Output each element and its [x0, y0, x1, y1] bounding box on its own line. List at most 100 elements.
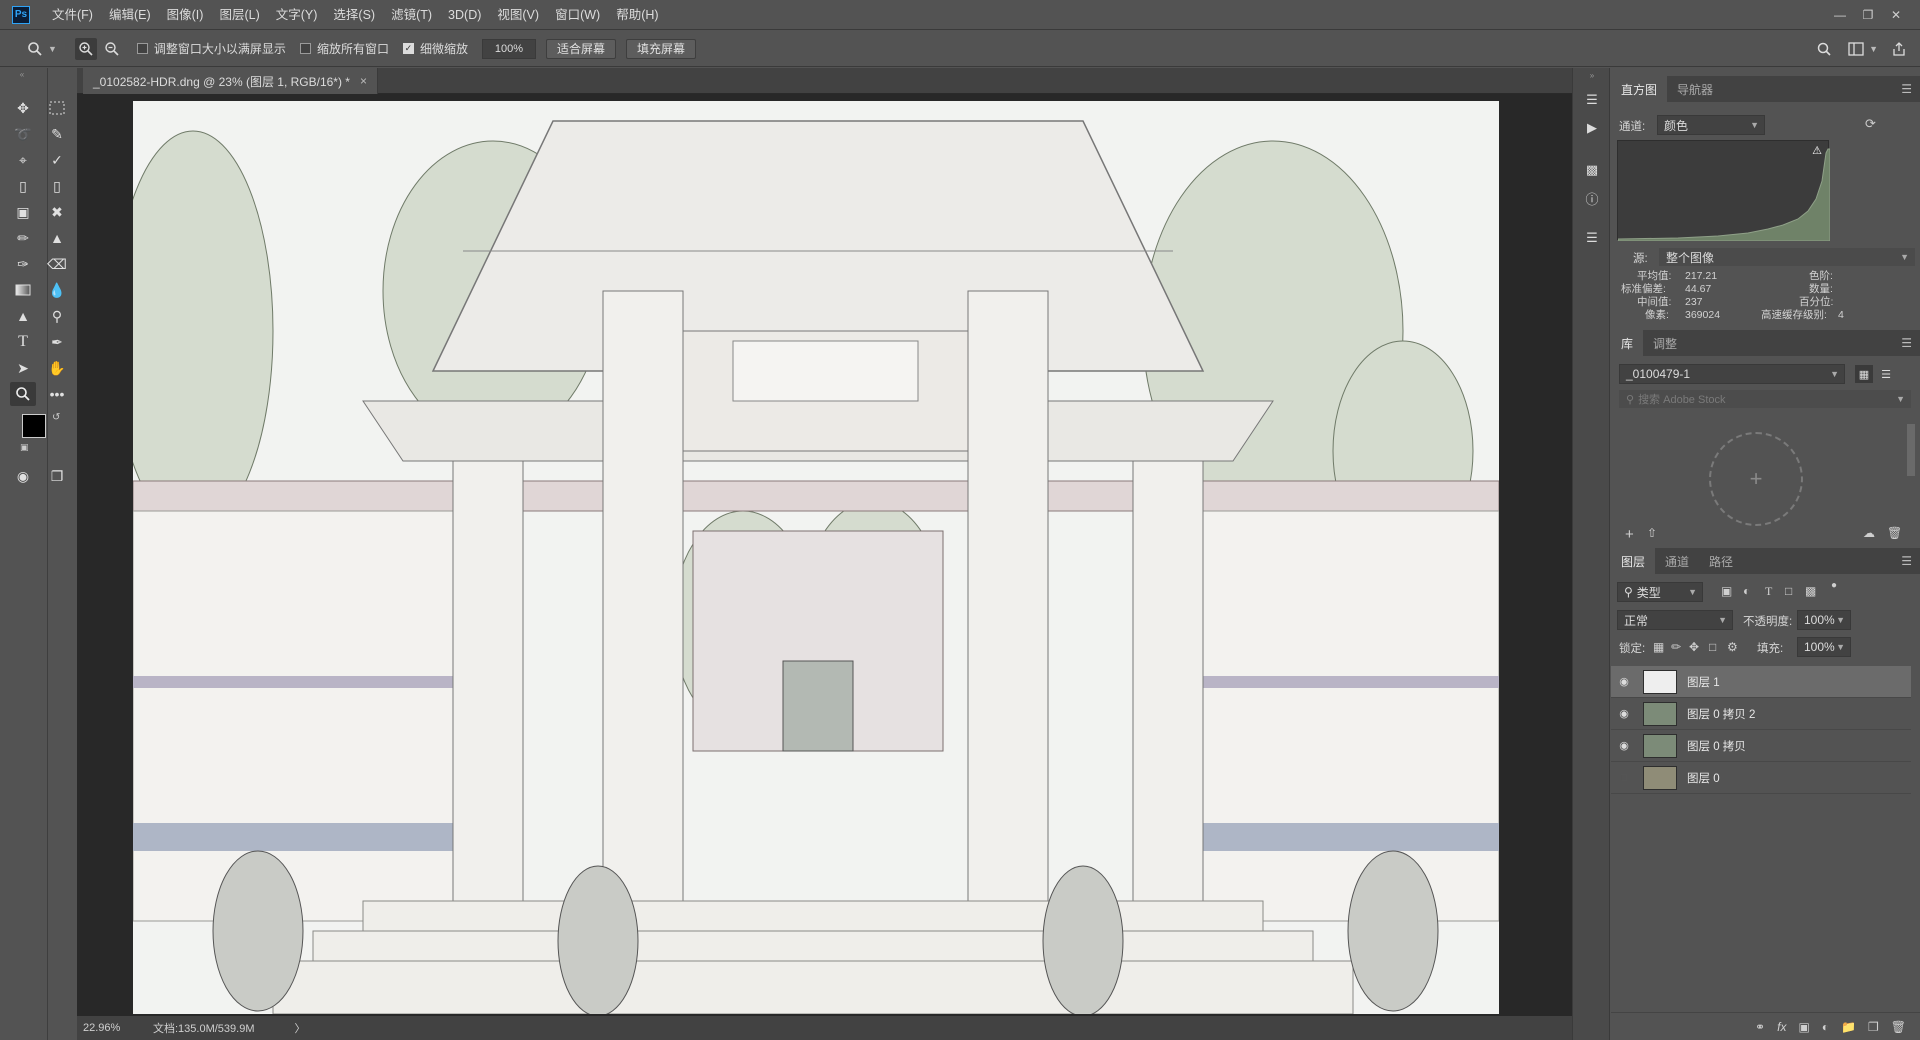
new-group-icon[interactable]: 📁 — [1841, 1020, 1856, 1034]
zoom-out-icon[interactable] — [101, 38, 123, 60]
menu-3d[interactable]: 3D(D) — [440, 0, 489, 30]
link-layers-icon[interactable]: ⚭ — [1755, 1020, 1765, 1034]
pen-tool-icon[interactable]: ✒ — [44, 330, 70, 354]
collapse-toolbar-icon[interactable]: « — [9, 69, 35, 79]
close-tab-icon[interactable]: × — [360, 74, 367, 88]
quick-mask-icon[interactable]: ◉ — [10, 464, 36, 488]
cloud-sync-icon[interactable]: ☁ — [1863, 526, 1875, 540]
menu-view[interactable]: 视图(V) — [489, 0, 547, 30]
adjustment-layer-icon[interactable]: ◐ — [1822, 1020, 1829, 1034]
visibility-hidden-icon[interactable]: □ — [1611, 772, 1637, 784]
resize-windows-checkbox[interactable]: 调整窗口大小以满屏显示 — [136, 40, 286, 57]
zoom-percent-input[interactable]: 100% — [481, 38, 536, 59]
menu-select[interactable]: 选择(S) — [325, 0, 383, 30]
eraser-tool-icon[interactable]: ⌫ — [44, 252, 70, 276]
menu-type[interactable]: 文字(Y) — [268, 0, 326, 30]
menu-window[interactable]: 窗口(W) — [547, 0, 608, 30]
swap-colors-icon[interactable]: ↺ — [52, 412, 60, 423]
zoom-all-box[interactable] — [299, 43, 311, 54]
layer-style-fx-icon[interactable]: fx — [1777, 1020, 1786, 1034]
blend-mode-select[interactable]: 正常 ▼ — [1617, 610, 1733, 630]
minimize-icon[interactable]: — — [1826, 5, 1854, 25]
zoom-all-windows-checkbox[interactable]: 缩放所有窗口 — [299, 40, 389, 57]
path-selection-tool-icon[interactable]: ➤ — [10, 356, 36, 380]
library-select[interactable]: _0100479-1 ▼ — [1619, 364, 1845, 384]
quick-selection-tool-icon[interactable]: ✎ — [44, 122, 70, 146]
refresh-icon[interactable]: ⟳ — [1865, 116, 1876, 132]
hand-tool-icon[interactable]: ✋ — [44, 356, 70, 380]
properties-panel-icon[interactable]: ▩ — [1581, 160, 1603, 180]
cache-warning-icon[interactable]: ⚠ — [1812, 144, 1822, 157]
filter-shape-icon[interactable]: □ — [1785, 584, 1792, 598]
visibility-eye-icon[interactable]: ◉ — [1611, 675, 1637, 688]
content-aware-move-icon[interactable]: ✖ — [44, 200, 70, 224]
layer-row[interactable]: ◉ 图层 1 — [1611, 666, 1911, 698]
library-scrollbar[interactable] — [1907, 424, 1915, 476]
search-icon[interactable] — [1813, 38, 1835, 60]
history-panel-icon[interactable]: ☰ — [1581, 90, 1603, 110]
image-canvas[interactable] — [133, 101, 1499, 1014]
crop-tool-icon[interactable]: ⌖ — [10, 148, 36, 172]
restore-icon[interactable]: ❐ — [1854, 5, 1882, 25]
patch-tool-icon[interactable]: ▯ — [44, 174, 70, 198]
menu-layer[interactable]: 图层(L) — [211, 0, 267, 30]
source-select[interactable]: 整个图像 ▼ — [1659, 248, 1915, 266]
filter-smart-object-icon[interactable]: ▩ — [1805, 584, 1816, 598]
lock-pixels-icon[interactable]: ✏ — [1671, 640, 1681, 654]
layer-row[interactable]: □ 图层 0 — [1611, 762, 1911, 794]
library-delete-icon[interactable]: 🗑 — [1887, 526, 1902, 540]
lock-artboard-icon[interactable]: □ — [1709, 640, 1716, 654]
info-panel-icon[interactable]: ⓘ — [1581, 188, 1603, 208]
scrubby-zoom-box[interactable]: ✓ — [402, 43, 414, 54]
layer-row[interactable]: ◉ 图层 0 拷贝 — [1611, 730, 1911, 762]
visibility-eye-icon[interactable]: ◉ — [1611, 739, 1637, 752]
add-library-item-button[interactable]: + — [1709, 432, 1803, 526]
status-menu-arrow-icon[interactable]: 〉 — [295, 1020, 306, 1036]
lasso-tool-icon[interactable]: ➰ — [10, 122, 36, 146]
lock-position-icon[interactable]: ✥ — [1689, 640, 1699, 654]
type-tool-icon[interactable]: T — [10, 330, 36, 354]
zoom-tool-icon[interactable] — [10, 382, 36, 406]
tab-histogram[interactable]: 直方图 — [1611, 76, 1668, 102]
close-window-icon[interactable]: ✕ — [1882, 5, 1910, 25]
foreground-color-swatch[interactable] — [22, 414, 46, 438]
expand-panels-icon[interactable]: » — [1581, 70, 1603, 80]
adobe-stock-search-input[interactable]: ⚲ 搜索 Adobe Stock ▼ — [1619, 390, 1911, 408]
fit-screen-button[interactable]: 适合屏幕 — [545, 38, 616, 59]
document-tab[interactable]: _0102582-HDR.dng @ 23% (图层 1, RGB/16*) *… — [83, 68, 378, 94]
gradient-tool-icon[interactable] — [10, 278, 36, 302]
tab-navigator[interactable]: 导航器 — [1667, 76, 1723, 102]
workspace-icon[interactable] — [1845, 38, 1867, 60]
menu-filter[interactable]: 滤镜(T) — [383, 0, 440, 30]
share-icon[interactable] — [1888, 38, 1910, 60]
filter-type-icon[interactable]: T — [1765, 584, 1772, 599]
workspace-chevron-down-icon[interactable]: ▼ — [1869, 44, 1878, 54]
brush-tool-icon[interactable]: ✏ — [10, 226, 36, 250]
lock-transparent-icon[interactable]: ▦ — [1653, 640, 1664, 654]
layers-panel-menu-icon[interactable]: ☰ — [1901, 554, 1912, 568]
screen-mode-icon[interactable]: ❐ — [44, 464, 70, 488]
layer-row[interactable]: ◉ 图层 0 拷贝 2 — [1611, 698, 1911, 730]
zoom-tool-preset-icon[interactable] — [24, 38, 46, 60]
blur-tool-icon[interactable]: 💧 — [44, 278, 70, 302]
histogram-panel-menu-icon[interactable]: ☰ — [1901, 82, 1912, 96]
filter-toggle-icon[interactable]: ● — [1831, 580, 1837, 591]
opacity-input[interactable]: 100% ▼ — [1797, 610, 1851, 630]
new-layer-icon[interactable]: ❐ — [1868, 1020, 1879, 1034]
actions-play-icon[interactable]: ▶ — [1581, 118, 1603, 138]
filter-pixel-icon[interactable]: ▣ — [1721, 584, 1732, 598]
move-tool-icon[interactable]: ✥ — [10, 96, 36, 120]
tab-layers[interactable]: 图层 — [1611, 548, 1656, 574]
default-colors-icon[interactable]: ▣ — [20, 442, 29, 453]
marquee-tool-icon[interactable] — [44, 96, 70, 120]
character-panel-icon[interactable]: ☰ — [1581, 228, 1603, 248]
list-view-icon[interactable]: ☰ — [1877, 365, 1895, 383]
resize-windows-box[interactable] — [136, 43, 148, 54]
dodge-tool-icon[interactable]: ⚲ — [44, 304, 70, 328]
menu-edit[interactable]: 编辑(E) — [101, 0, 159, 30]
history-brush-tool-icon[interactable]: ✑ — [10, 252, 36, 276]
add-mask-icon[interactable]: ▣ — [1798, 1020, 1809, 1034]
sharpen-tool-icon[interactable]: ▲ — [10, 304, 36, 328]
library-panel-menu-icon[interactable]: ☰ — [1901, 336, 1912, 350]
zoom-level-readout[interactable]: 22.96% — [83, 1022, 145, 1034]
